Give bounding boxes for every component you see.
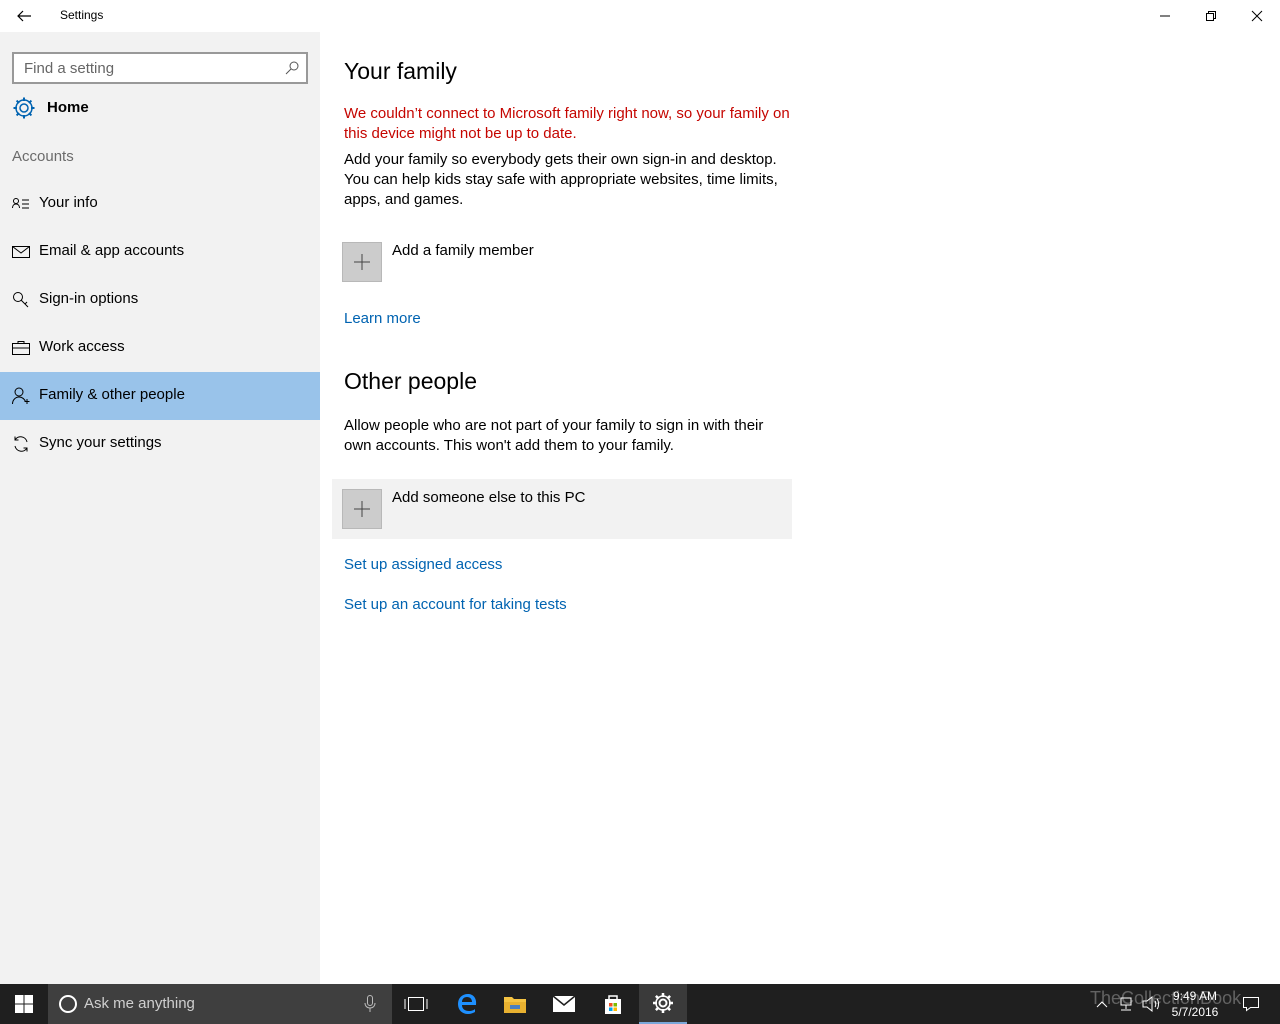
family-description: Add your family so everybody gets their …	[344, 151, 778, 208]
clock-date: 5/7/2016	[1171, 1005, 1219, 1019]
home-label: Home	[47, 99, 89, 116]
settings-app-button[interactable]	[639, 984, 687, 1024]
settings-gear-icon	[653, 993, 673, 1013]
task-view-icon	[404, 997, 428, 1011]
add-someone-else-label: Add someone else to this PC	[392, 489, 586, 506]
sidebar-item-label: Your info	[39, 194, 98, 211]
restore-button[interactable]	[1188, 0, 1234, 32]
briefcase-icon	[12, 341, 30, 355]
cortana-icon	[59, 995, 77, 1013]
sidebar-item-work-access[interactable]: Work access	[0, 324, 320, 372]
family-error-message: We couldn’t connect to Microsoft family …	[344, 105, 790, 142]
mail-app-button[interactable]	[540, 984, 588, 1024]
store-app-button[interactable]	[589, 984, 637, 1024]
close-button[interactable]	[1234, 0, 1280, 32]
windows-logo-icon	[15, 995, 33, 1013]
search-icon[interactable]	[284, 60, 300, 76]
sidebar-item-label: Sync your settings	[39, 434, 162, 451]
add-family-member-label: Add a family member	[392, 242, 534, 259]
store-icon	[605, 995, 621, 1014]
search-placeholder: Find a setting	[24, 60, 115, 77]
sidebar-item-family-other-people[interactable]: Family & other people	[0, 372, 320, 420]
back-button[interactable]	[0, 0, 48, 32]
sidebar-item-email-accounts[interactable]: Email & app accounts	[0, 228, 320, 276]
volume-icon[interactable]	[1142, 996, 1160, 1012]
learn-more-link[interactable]: Learn more	[344, 310, 421, 327]
clock-time: 9:49 AM	[1172, 989, 1218, 1003]
contact-card-icon	[12, 198, 29, 209]
window-title: Settings	[60, 8, 104, 22]
sidebar-item-label: Work access	[39, 338, 125, 355]
main-content: Your family We couldn’t connect to Micro…	[320, 32, 1280, 984]
mail-app-icon	[552, 995, 576, 1012]
plus-icon	[354, 254, 370, 270]
plus-tile	[342, 489, 382, 529]
restore-icon	[1206, 11, 1216, 21]
title-bar: Settings	[0, 0, 1280, 32]
sidebar-item-sync-settings[interactable]: Sync your settings	[0, 420, 320, 468]
add-person-icon	[12, 387, 30, 405]
edge-browser-button[interactable]	[443, 984, 491, 1024]
add-someone-else-button[interactable]: Add someone else to this PC	[332, 479, 792, 539]
plus-tile	[342, 242, 382, 282]
sidebar-item-label: Sign-in options	[39, 290, 139, 307]
taskbar: Ask me anything TheCollectionBook 9:49 A…	[0, 984, 1280, 1024]
assigned-access-link[interactable]: Set up assigned access	[344, 556, 502, 573]
close-icon	[1251, 10, 1263, 22]
action-center-icon[interactable]	[1242, 995, 1260, 1013]
cortana-search-box[interactable]: Ask me anything	[48, 984, 392, 1024]
section-label: Accounts	[12, 148, 74, 165]
sidebar-item-your-info[interactable]: Your info	[0, 180, 320, 228]
your-family-heading: Your family	[344, 58, 457, 84]
key-icon	[13, 292, 29, 308]
edge-icon	[458, 994, 477, 1014]
home-nav-item[interactable]: Home	[0, 92, 320, 128]
add-family-member-button[interactable]: Add a family member	[332, 232, 792, 292]
sidebar-item-sign-in-options[interactable]: Sign-in options	[0, 276, 320, 324]
plus-icon	[354, 501, 370, 517]
network-icon[interactable]	[1118, 996, 1134, 1012]
sidebar: Find a setting Home Accounts Your info E…	[0, 32, 320, 984]
task-view-button[interactable]	[392, 984, 440, 1024]
other-people-heading: Other people	[344, 368, 477, 394]
minimize-icon	[1160, 15, 1170, 17]
gear-icon	[13, 97, 35, 119]
file-explorer-button[interactable]	[491, 984, 539, 1024]
mail-icon	[12, 246, 30, 258]
sync-icon	[14, 436, 28, 452]
minimize-button[interactable]	[1142, 0, 1188, 32]
taking-tests-link[interactable]: Set up an account for taking tests	[344, 596, 567, 613]
folder-icon	[504, 997, 526, 1013]
other-people-description: Allow people who are not part of your fa…	[344, 417, 764, 454]
back-arrow-icon	[17, 10, 31, 22]
sidebar-item-label: Family & other people	[39, 386, 185, 403]
search-input[interactable]: Find a setting	[12, 52, 308, 84]
clock[interactable]: 9:49 AM 5/7/2016	[1160, 988, 1230, 1020]
microphone-icon[interactable]	[364, 995, 376, 1013]
tray-chevron-icon[interactable]	[1096, 998, 1108, 1010]
sidebar-item-label: Email & app accounts	[39, 242, 185, 259]
cortana-placeholder: Ask me anything	[84, 995, 195, 1012]
start-button[interactable]	[0, 984, 48, 1024]
